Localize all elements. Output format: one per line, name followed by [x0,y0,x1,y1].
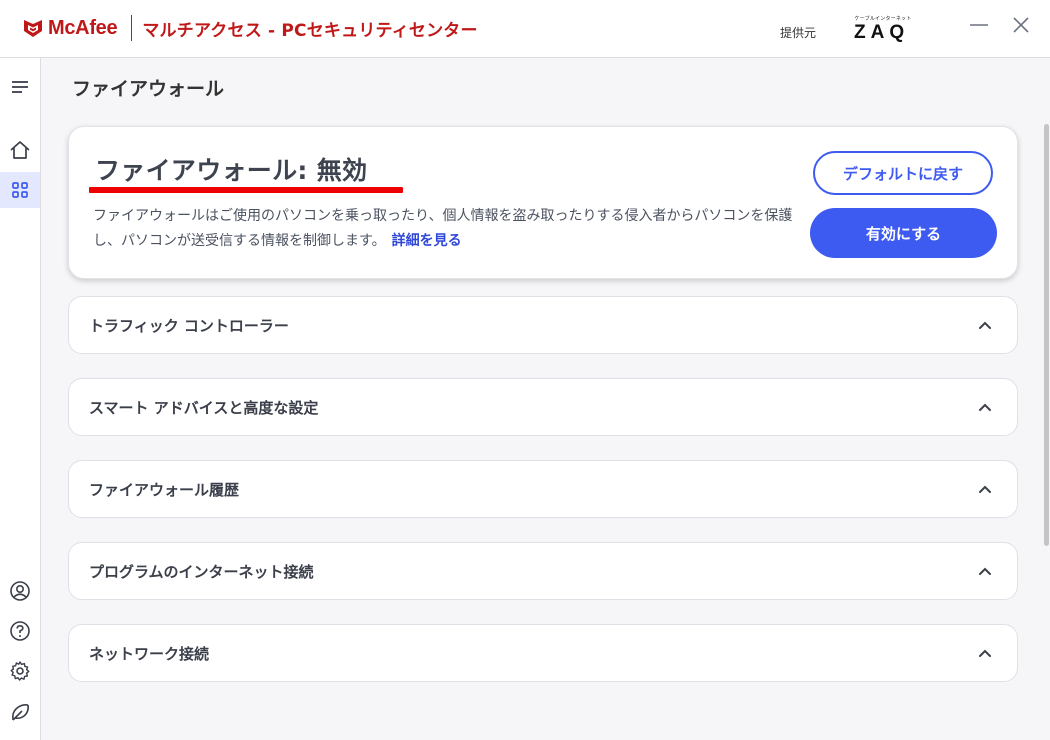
restore-default-button[interactable]: デフォルトに戻す [813,151,993,195]
sidebar-item-help[interactable] [0,613,40,649]
page-title: ファイアウォール [72,78,225,100]
chevron-up-icon [979,403,991,411]
learn-more-link[interactable]: 詳細を見る [392,233,462,249]
section-program-internet-connections[interactable]: プログラムのインターネット接続 [68,542,1018,600]
feedback-icon [12,704,29,721]
section-smart-advice[interactable]: スマート アドバイスと高度な設定 [68,378,1018,436]
provider-label: 提供元 [780,26,817,40]
sidebar-item-feedback[interactable] [0,694,40,730]
brand: McAfee マルチアクセス - PCセキュリティセンター [22,15,478,41]
brand-name: McAfee [48,16,118,39]
chevron-up-icon [979,649,991,657]
app-title: マルチアクセス - PCセキュリティセンター [142,20,478,41]
minimize-icon [970,24,988,26]
apps-grid-icon [12,182,28,198]
chevron-up-icon [979,567,991,575]
enable-firewall-button[interactable]: 有効にする [810,208,997,258]
section-label: トラフィック コントローラー [89,317,289,335]
mcafee-shield-icon [24,20,42,37]
menu-icon [12,81,28,93]
settings-icon [10,661,30,681]
section-network-connections[interactable]: ネットワーク接続 [68,624,1018,682]
section-label: ファイアウォール履歴 [89,481,240,499]
account-icon [10,581,30,601]
sidebar-item-apps[interactable] [0,172,40,208]
section-label: ネットワーク接続 [89,645,210,663]
section-label: プログラムのインターネット接続 [89,563,314,581]
partner-logo: ケーブルインターネット ZAQ [852,16,914,48]
sidebar-item-settings[interactable] [0,653,40,689]
firewall-description: ファイアウォールはご使用のパソコンを乗っ取ったり、個人情報を盗み取ったりする侵入… [93,204,793,254]
section-firewall-history[interactable]: ファイアウォール履歴 [68,460,1018,518]
chevron-up-icon [979,485,991,493]
scrollbar[interactable] [1044,124,1049,546]
firewall-status-title: ファイアウォール: 無効 [95,156,368,185]
brand-separator [131,15,133,41]
help-icon [10,621,30,641]
close-icon [1013,17,1029,33]
sidebar-item-home[interactable] [0,132,40,168]
section-label: スマート アドバイスと高度な設定 [89,399,319,417]
home-icon [10,141,30,159]
firewall-status-card: ファイアウォール: 無効 ファイアウォールはご使用のパソコンを乗っ取ったり、個人… [68,126,1018,279]
sidebar [0,58,41,740]
close-button[interactable] [1008,12,1034,38]
section-traffic-controller[interactable]: トラフィック コントローラー [68,296,1018,354]
sidebar-menu-button[interactable] [0,69,40,105]
sidebar-item-account[interactable] [0,573,40,609]
title-bar: McAfee マルチアクセス - PCセキュリティセンター 提供元 ケーブルイン… [0,0,1050,58]
minimize-button[interactable] [966,12,992,38]
partner-logo-name: ZAQ [854,22,910,43]
chevron-up-icon [979,321,991,329]
status-title-underline [89,187,403,193]
